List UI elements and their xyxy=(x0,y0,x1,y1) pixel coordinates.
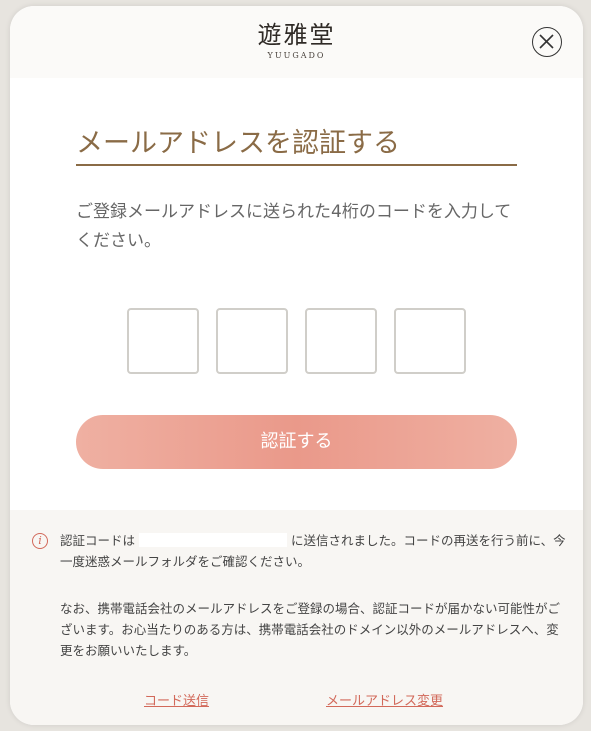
notice-suffix: に送信されました。コードの再送を行う前に、今一度迷惑メールフォルダをご確認くださ… xyxy=(60,533,566,569)
change-email-link[interactable]: メールアドレス変更 xyxy=(326,690,443,709)
verification-modal: 遊雅堂 YUUGADO メールアドレスを認証する ご登録メールアドレスに送られた… xyxy=(10,6,583,725)
modal-header: 遊雅堂 YUUGADO xyxy=(10,6,583,78)
close-icon xyxy=(539,34,554,49)
instruction-text: ご登録メールアドレスに送られた4桁のコードを入力してください。 xyxy=(76,202,512,251)
carrier-note: なお、携帯電話会社のメールアドレスをご登録の場合、認証コードが届かない可能性がご… xyxy=(60,601,561,658)
info-icon: i xyxy=(32,533,48,549)
verify-button[interactable]: 認証する xyxy=(76,415,517,469)
resend-code-link[interactable]: コード送信 xyxy=(144,690,209,709)
code-digit-1[interactable] xyxy=(127,308,199,374)
page-title: メールアドレスを認証する xyxy=(76,126,517,166)
resend-notice: 認証コードは に送信されました。コードの再送を行う前に、今一度迷惑メールフォルダを… xyxy=(60,530,570,572)
logo-kanji: 遊雅堂 xyxy=(257,21,336,49)
code-digit-3[interactable] xyxy=(305,308,377,374)
notice-prefix: 認証コードは xyxy=(60,533,136,548)
site-logo: 遊雅堂 YUUGADO xyxy=(10,20,583,62)
code-digit-2[interactable] xyxy=(216,308,288,374)
code-digit-4[interactable] xyxy=(394,308,466,374)
masked-email xyxy=(139,533,288,547)
modal-footer: i 認証コードは に送信されました。コードの再送を行う前に、今一度迷惑メールフォル… xyxy=(10,510,583,725)
logo-roman: YUUGADO xyxy=(267,51,326,60)
close-button[interactable] xyxy=(532,27,562,57)
